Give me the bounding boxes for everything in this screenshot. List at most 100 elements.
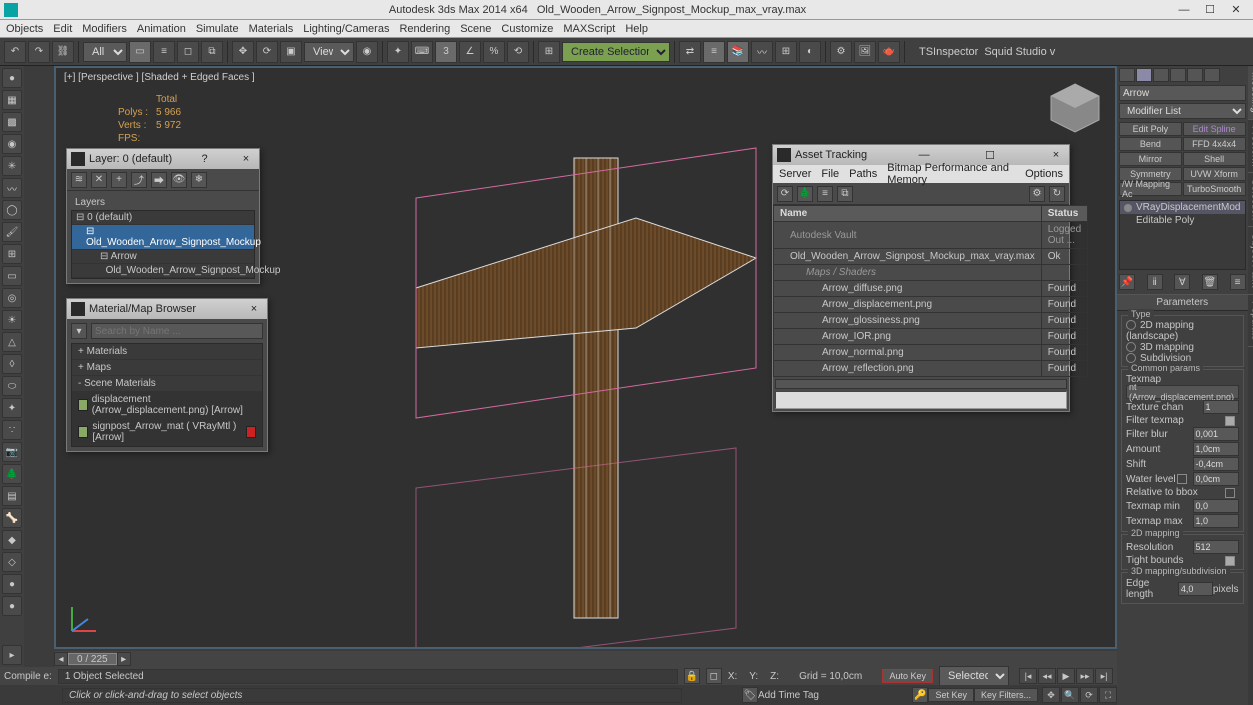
texchan-spinner[interactable]: 1 xyxy=(1203,400,1239,414)
spline-icon[interactable]: 〰 xyxy=(2,178,22,198)
keyfilters-button[interactable]: Key Filters... xyxy=(974,688,1038,702)
misc2-icon[interactable]: ◇ xyxy=(2,552,22,572)
asset-menu-file[interactable]: File xyxy=(821,168,839,180)
asset-table[interactable]: NameStatus Autodesk VaultLogged Out ... … xyxy=(773,205,1088,377)
pin-stack-button[interactable]: 📌 xyxy=(1119,274,1135,290)
shift-spinner[interactable]: -0,4cm xyxy=(1193,457,1239,471)
menu-maxscript[interactable]: MAXScript xyxy=(563,23,615,35)
mod-turbosmooth-button[interactable]: TurboSmooth xyxy=(1183,182,1246,196)
angle-snap-button[interactable]: ∠ xyxy=(459,41,481,63)
ribbon-tab-modeling[interactable]: Modeling xyxy=(1248,66,1253,120)
water-checkbox[interactable] xyxy=(1177,474,1187,484)
edgelen-spinner[interactable]: 4,0 xyxy=(1178,582,1213,596)
mat-item-displacement[interactable]: displacement (Arrow_displacement.png) [A… xyxy=(72,392,262,419)
time-next-icon[interactable]: ▸ xyxy=(117,652,131,666)
layer-row-default[interactable]: ⊟ 0 (default) xyxy=(72,211,254,225)
layer-tree[interactable]: ⊟ 0 (default) ⊟ Old_Wooden_Arrow_Signpos… xyxy=(71,210,255,279)
mat-search-input[interactable] xyxy=(91,323,263,339)
misc1-icon[interactable]: ◆ xyxy=(2,530,22,550)
mat-item-signpost[interactable]: signpost_Arrow_mat ( VRayMtl ) [Arrow] xyxy=(72,419,262,446)
utilities-tab-icon[interactable] xyxy=(1204,68,1220,82)
select-name-button[interactable]: ≡ xyxy=(153,41,175,63)
texmap-min-spinner[interactable]: 0,0 xyxy=(1193,499,1239,513)
asset-col-status[interactable]: Status xyxy=(1041,206,1087,222)
lock-selection-button[interactable]: 🔒 xyxy=(684,668,700,684)
play-button[interactable]: ▶ xyxy=(1057,668,1075,684)
close-button[interactable]: ✕ xyxy=(1223,1,1249,19)
misc3-icon[interactable]: ● xyxy=(2,574,22,594)
select-object-button[interactable]: ▭ xyxy=(129,41,151,63)
filtertex-checkbox[interactable] xyxy=(1225,416,1235,426)
menu-scene[interactable]: Scene xyxy=(460,23,491,35)
manipulate-button[interactable]: ✦ xyxy=(387,41,409,63)
link-button[interactable]: ⛓ xyxy=(52,41,74,63)
mod-uvwxform-button[interactable]: UVW Xform xyxy=(1183,167,1246,181)
plane-icon[interactable]: ▭ xyxy=(2,266,22,286)
mirror-button[interactable]: ⇄ xyxy=(679,41,701,63)
highlight-layer-button[interactable]: ⮕ xyxy=(151,172,167,188)
plugin-label-1[interactable]: TSInspector xyxy=(919,46,978,58)
menu-customize[interactable]: Customize xyxy=(501,23,553,35)
setkey-button[interactable]: Set Key xyxy=(928,688,974,702)
mod-editspline-button[interactable]: Edit Spline xyxy=(1183,122,1246,136)
layer-row-selected[interactable]: ⊟ Old_Wooden_Arrow_Signpost_Mockup xyxy=(72,225,254,250)
motion-tab-icon[interactable] xyxy=(1170,68,1186,82)
radio-3d-mapping[interactable]: 3D mapping xyxy=(1126,342,1239,353)
maximize-button[interactable]: ☐ xyxy=(1197,1,1223,19)
hierarchy-tab-icon[interactable] xyxy=(1153,68,1169,82)
asset-list-button[interactable]: ≡ xyxy=(817,186,833,202)
torus-icon[interactable]: ◎ xyxy=(2,288,22,308)
camera-icon[interactable]: 📷 xyxy=(2,442,22,462)
capsule-icon[interactable]: ⬭ xyxy=(2,376,22,396)
stack-item-vraydisp[interactable]: VRayDisplacementMod xyxy=(1120,201,1245,214)
particles-icon[interactable]: ∵ xyxy=(2,420,22,440)
keymode-dropdown[interactable]: Selected xyxy=(939,666,1009,686)
add-to-layer-button[interactable]: + xyxy=(111,172,127,188)
mat-section-materials[interactable]: + Materials xyxy=(72,344,262,360)
asset-tree-button[interactable]: 🌲 xyxy=(797,186,813,202)
ribbon-tab-populate[interactable]: Populate xyxy=(1248,295,1253,347)
material-browser-close[interactable]: × xyxy=(245,303,263,315)
menu-simulate[interactable]: Simulate xyxy=(196,23,239,35)
bone-icon[interactable]: 🦴 xyxy=(2,508,22,528)
pivot-button[interactable]: ◉ xyxy=(356,41,378,63)
resolution-spinner[interactable]: 512 xyxy=(1193,540,1239,554)
asset-menu-options[interactable]: Options xyxy=(1025,168,1063,180)
menu-rendering[interactable]: Rendering xyxy=(399,23,450,35)
light-icon[interactable]: ☀ xyxy=(2,310,22,330)
ribbon-tab-freeform[interactable]: Freeform xyxy=(1248,120,1253,174)
texmap-button[interactable]: nt (Arrow_displacement.png) xyxy=(1126,385,1239,399)
keymode-button[interactable]: ⌨ xyxy=(411,41,433,63)
layer-mgr-button[interactable]: 📚 xyxy=(727,41,749,63)
isolate-button[interactable]: ◻ xyxy=(706,668,722,684)
mat-section-scene[interactable]: - Scene Materials xyxy=(72,376,262,392)
mod-bend-button[interactable]: Bend xyxy=(1119,137,1182,151)
percent-snap-button[interactable]: % xyxy=(483,41,505,63)
material-editor-button[interactable]: ◐ xyxy=(799,41,821,63)
selection-filter-dropdown[interactable]: All xyxy=(83,42,127,62)
mod-editpoly-button[interactable]: Edit Poly xyxy=(1119,122,1182,136)
ribbon-tab-selection[interactable]: Selection xyxy=(1248,173,1253,227)
menu-materials[interactable]: Materials xyxy=(249,23,294,35)
hide-layer-button[interactable]: 👁 xyxy=(171,172,187,188)
time-prev-icon[interactable]: ◂ xyxy=(54,652,68,666)
goto-start-button[interactable]: |◂ xyxy=(1019,668,1037,684)
helper-icon[interactable]: ✳ xyxy=(2,156,22,176)
configure-stack-button[interactable]: ≡ xyxy=(1230,274,1246,290)
timetag-icon[interactable]: 🏷 xyxy=(742,687,758,703)
filterblur-spinner[interactable]: 0,001 xyxy=(1193,427,1239,441)
menu-animation[interactable]: Animation xyxy=(137,23,186,35)
listener-output[interactable]: Compile e: xyxy=(4,671,52,682)
asset-retry-button[interactable]: ↻ xyxy=(1049,186,1065,202)
material-browser-header[interactable]: Material/Map Browser × xyxy=(67,299,267,319)
named-selset-dropdown[interactable]: Create Selection Se xyxy=(562,42,670,62)
menu-edit[interactable]: Edit xyxy=(53,23,72,35)
stack-item-editpoly[interactable]: Editable Poly xyxy=(1120,214,1245,227)
tree-icon[interactable]: 🌲 xyxy=(2,464,22,484)
mat-section-maps[interactable]: + Maps xyxy=(72,360,262,376)
viewcube-icon[interactable] xyxy=(1045,78,1105,138)
mod-ffd-button[interactable]: FFD 4x4x4 xyxy=(1183,137,1246,151)
cylinder-icon[interactable]: ◉ xyxy=(2,134,22,154)
plugin-label-2[interactable]: Squid Studio v xyxy=(984,46,1055,58)
render-frame-button[interactable]: 🖼 xyxy=(854,41,876,63)
